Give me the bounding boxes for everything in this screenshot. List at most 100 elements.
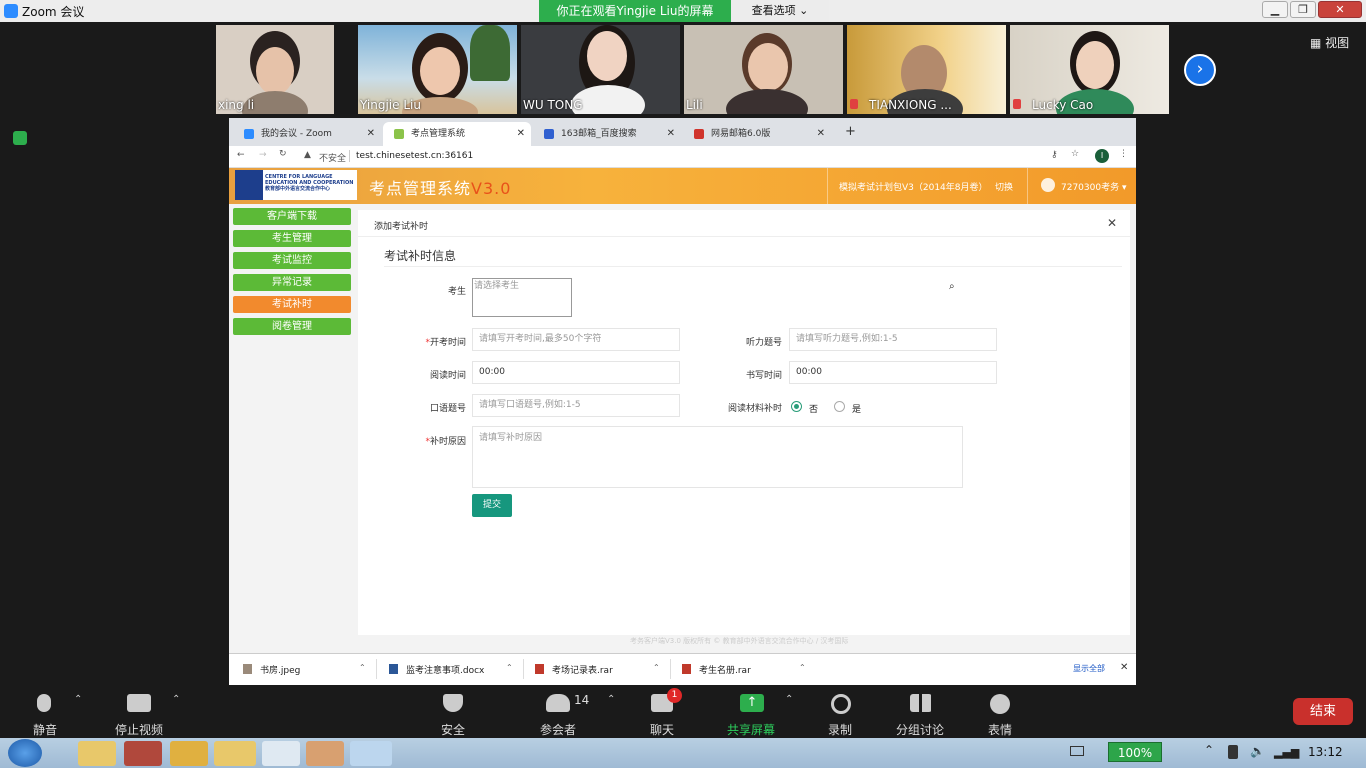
sidebar-item-exception-log[interactable]: 异常记录	[233, 274, 351, 291]
reload-icon[interactable]: ↻	[279, 149, 287, 159]
share-screen-button[interactable]: 共享屏幕	[721, 721, 781, 738]
security-shield-icon[interactable]	[13, 131, 27, 145]
download-item[interactable]: 监考注意事项.docx	[389, 663, 484, 676]
video-tile-lili[interactable]: Lili	[684, 25, 843, 114]
writing-time-label: 书写时间	[745, 371, 782, 381]
url-input[interactable]: test.chinesetest.cn:36161	[356, 151, 473, 161]
reason-textarea[interactable]: 请填写补时原因	[472, 426, 963, 488]
video-tile-wu-tong[interactable]: WU TONG	[521, 25, 680, 114]
show-all-downloads-link[interactable]: 显示全部	[1073, 663, 1105, 674]
tab-title: 考点管理系统	[411, 129, 466, 139]
writing-time-input[interactable]: 00:00	[789, 361, 997, 384]
bookmark-star-icon[interactable]: ☆	[1071, 149, 1079, 159]
close-tab-icon[interactable]: ✕	[367, 122, 375, 146]
video-tile-tianxiong[interactable]: TIANXIONG ...	[847, 25, 1006, 114]
view-options-button[interactable]: 查看选项 ⌄	[731, 0, 829, 22]
forward-icon[interactable]: →	[259, 150, 267, 160]
close-tab-icon[interactable]: ✕	[667, 122, 675, 146]
wechat-icon[interactable]	[214, 741, 256, 766]
tab-exam-system[interactable]: 考点管理系统 ✕	[383, 122, 531, 146]
close-tab-icon[interactable]: ✕	[517, 122, 525, 146]
minimize-icon[interactable]: ▁	[1262, 1, 1288, 18]
smiley-icon[interactable]	[990, 694, 1010, 714]
media-player-icon[interactable]	[170, 741, 208, 766]
video-camera-icon[interactable]	[127, 694, 151, 712]
switch-plan-link[interactable]: 切换	[995, 180, 1013, 193]
clock[interactable]: 13:12	[1308, 745, 1343, 759]
reactions-button[interactable]: 表情	[970, 721, 1030, 738]
battery-indicator[interactable]: 100%	[1108, 742, 1162, 762]
back-icon[interactable]: ←	[237, 150, 245, 160]
zoom-taskbar-icon[interactable]	[350, 741, 392, 766]
keyboard-icon[interactable]	[1070, 746, 1084, 756]
end-meeting-button[interactable]: 结束	[1293, 698, 1353, 725]
app-icon[interactable]	[124, 741, 162, 766]
tab-zoom-meetings[interactable]: 我的会议 - Zoom ✕	[233, 122, 381, 146]
chevron-up-icon[interactable]: ⌃	[74, 694, 82, 705]
reading-time-input[interactable]: 00:00	[472, 361, 680, 384]
mute-button[interactable]: 静音	[15, 721, 75, 738]
candidate-input[interactable]: 请选择考生	[472, 278, 572, 317]
presentation-app-icon[interactable]	[306, 741, 344, 766]
submit-button[interactable]: 提交	[472, 494, 512, 517]
key-icon[interactable]: ⚷	[1051, 150, 1058, 160]
record-button[interactable]: 录制	[810, 721, 870, 738]
chevron-up-icon[interactable]: ⌃	[607, 694, 615, 705]
sidebar-item-extra-time[interactable]: 考试补时	[233, 296, 351, 313]
sidebar-item-candidates[interactable]: 考生管理	[233, 230, 351, 247]
chevron-up-icon[interactable]: ⌃	[172, 694, 180, 705]
chrome-icon[interactable]	[262, 741, 300, 766]
security-label[interactable]: 不安全	[319, 151, 346, 164]
tab-netease-mail[interactable]: 网易邮箱6.0版 ✕	[683, 122, 831, 146]
file-explorer-icon[interactable]	[78, 741, 116, 766]
close-downloads-icon[interactable]: ✕	[1120, 662, 1128, 673]
download-item[interactable]: 考场记录表.rar	[535, 663, 613, 676]
maximize-icon[interactable]: ❐	[1290, 1, 1316, 18]
profile-avatar[interactable]: I	[1095, 149, 1109, 163]
chevron-up-icon[interactable]: ⌃	[359, 663, 366, 672]
start-button[interactable]	[8, 739, 42, 767]
share-screen-icon[interactable]: ↑	[740, 694, 764, 712]
stop-video-button[interactable]: 停止视频	[109, 721, 169, 738]
download-item[interactable]: 书房.jpeg	[243, 663, 300, 676]
new-tab-button[interactable]: +	[845, 124, 856, 139]
video-tile-lucky-cao[interactable]: Lucky Cao	[1010, 25, 1169, 114]
video-tile-yingjie-liu[interactable]: Yingjie Liu	[358, 25, 517, 114]
speaking-no-input[interactable]: 请填写口语题号,例如:1-5	[472, 394, 680, 417]
search-icon[interactable]: ⌕	[949, 281, 955, 292]
breakout-rooms-button[interactable]: 分组讨论	[890, 721, 950, 738]
chevron-up-icon[interactable]: ⌃	[506, 663, 513, 672]
close-tab-icon[interactable]: ✕	[817, 122, 825, 146]
chat-button[interactable]: 聊天	[632, 721, 692, 738]
record-icon[interactable]	[831, 694, 851, 714]
microphone-icon[interactable]	[37, 694, 51, 712]
view-toggle-button[interactable]: ▦ 视图	[1310, 34, 1349, 51]
shield-icon[interactable]	[443, 694, 463, 712]
usb-icon[interactable]	[1228, 745, 1238, 759]
start-time-input[interactable]: 请填写开考时间,最多50个字符	[472, 328, 680, 351]
breakout-rooms-icon[interactable]	[910, 694, 932, 712]
participants-button[interactable]: 参会者	[528, 721, 588, 738]
radio-no[interactable]	[791, 401, 802, 412]
tab-baidu-search[interactable]: 163邮箱_百度搜索 ✕	[533, 122, 681, 146]
chevron-up-icon[interactable]: ⌃	[785, 694, 793, 705]
download-item[interactable]: 考生名册.rar	[682, 663, 751, 676]
radio-yes[interactable]	[834, 401, 845, 412]
security-button[interactable]: 安全	[423, 721, 483, 738]
sidebar-item-grading[interactable]: 阅卷管理	[233, 318, 351, 335]
user-menu[interactable]: 7270300考务 ▾	[1061, 180, 1127, 193]
sidebar-item-exam-monitor[interactable]: 考试监控	[233, 252, 351, 269]
participants-icon[interactable]	[546, 694, 570, 712]
next-page-button[interactable]: ›	[1184, 54, 1216, 86]
network-signal-icon[interactable]: ▂▄▆	[1274, 746, 1299, 759]
close-icon[interactable]: ✕	[1318, 1, 1362, 18]
volume-icon[interactable]: 🔈	[1250, 744, 1265, 758]
video-tile-xing-li[interactable]: xing li	[216, 25, 334, 114]
chevron-up-icon[interactable]: ⌃	[653, 663, 660, 672]
show-hidden-icons-icon[interactable]: ⌃	[1204, 743, 1214, 757]
menu-icon[interactable]: ⋮	[1119, 149, 1128, 159]
listening-no-input[interactable]: 请填写听力题号,例如:1-5	[789, 328, 997, 351]
chevron-up-icon[interactable]: ⌃	[799, 663, 806, 672]
close-dialog-icon[interactable]: ✕	[1107, 216, 1117, 230]
sidebar-item-client-download[interactable]: 客户端下载	[233, 208, 351, 225]
